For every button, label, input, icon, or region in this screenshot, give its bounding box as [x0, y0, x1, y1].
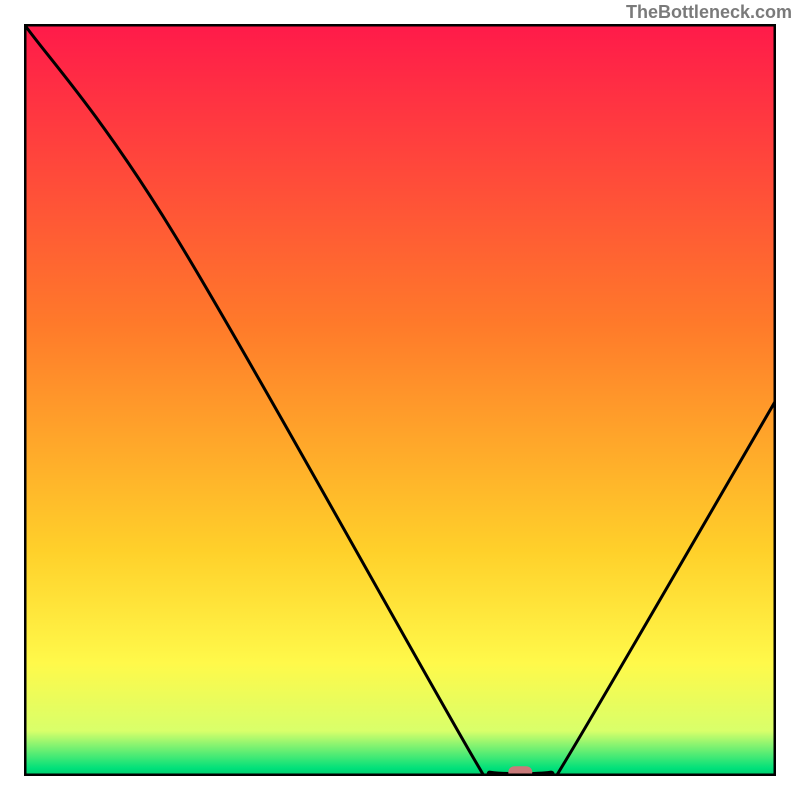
chart-svg: [24, 24, 776, 776]
bottleneck-chart: [24, 24, 776, 776]
chart-background: [24, 24, 776, 776]
watermark-text: TheBottleneck.com: [626, 2, 792, 23]
